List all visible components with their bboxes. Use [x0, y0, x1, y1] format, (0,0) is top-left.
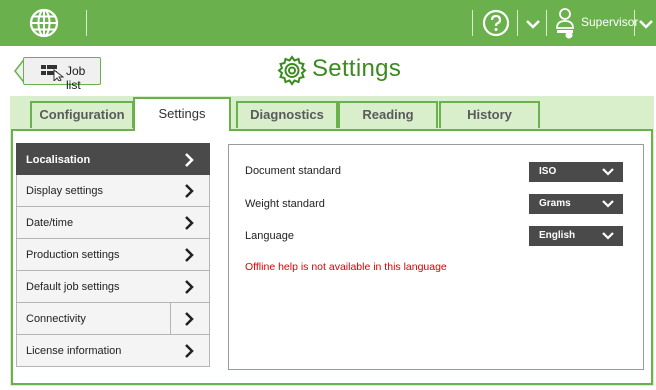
page-title: Settings: [312, 55, 402, 82]
chevron-down-icon[interactable]: [638, 16, 654, 32]
menu-item-localisation[interactable]: Localisation: [16, 143, 210, 175]
top-bar: Supervisor: [0, 0, 656, 46]
language-dropdown[interactable]: English: [529, 226, 623, 246]
chevron-right-icon: [185, 216, 194, 230]
menu-item-label: Connectivity: [26, 313, 86, 325]
gear-icon: [277, 55, 307, 86]
chevron-right-icon: [185, 153, 194, 167]
job-list-label: Job list: [66, 64, 86, 92]
chevron-right-icon: [185, 184, 194, 198]
menu-item-label: Default job settings: [26, 281, 120, 293]
divider: [546, 10, 547, 36]
menu-item-date-time[interactable]: Date/time: [16, 207, 210, 239]
menu-item-label: Localisation: [26, 154, 91, 166]
chevron-down-icon: [602, 200, 614, 208]
menu-item-label: Date/time: [26, 217, 74, 229]
language-value: English: [539, 230, 576, 241]
tab-diagnostics[interactable]: Diagnostics: [236, 101, 338, 128]
document-standard-value: ISO: [539, 166, 557, 177]
language-label: Language: [245, 230, 294, 242]
tab-settings[interactable]: Settings: [133, 97, 231, 131]
menu-item-label: Production settings: [26, 249, 120, 261]
chevron-right-icon: [185, 280, 194, 294]
divider: [634, 10, 635, 36]
chevron-right-icon[interactable]: [184, 312, 194, 326]
tab-history[interactable]: History: [439, 101, 540, 128]
weight-standard-label: Weight standard: [245, 198, 325, 210]
divider: [86, 10, 87, 36]
offline-help-warning: Offline help is not available in this la…: [245, 261, 447, 273]
chevron-down-icon: [602, 168, 614, 176]
job-list-button[interactable]: Job list: [23, 57, 101, 92]
document-standard-label: Document standard: [245, 165, 341, 177]
globe-icon[interactable]: [28, 7, 60, 39]
chevron-right-icon: [185, 248, 194, 262]
tab-reading[interactable]: Reading: [338, 101, 438, 128]
menu-item-display-settings[interactable]: Display settings: [16, 175, 210, 207]
chevron-down-icon: [602, 232, 614, 240]
menu-item-production-settings[interactable]: Production settings: [16, 239, 210, 271]
divider: [170, 303, 171, 334]
user-role-label[interactable]: Supervisor: [581, 15, 638, 29]
user-icon[interactable]: [554, 6, 576, 40]
settings-menu: Localisation Display settings Date/time …: [16, 143, 210, 367]
divider: [517, 10, 518, 36]
menu-item-label: Display settings: [26, 185, 104, 197]
weight-standard-dropdown[interactable]: Grams: [529, 194, 623, 214]
chevron-down-icon[interactable]: [525, 16, 541, 32]
menu-item-connectivity[interactable]: Connectivity: [16, 303, 210, 335]
menu-item-default-job-settings[interactable]: Default job settings: [16, 271, 210, 303]
weight-standard-value: Grams: [539, 198, 571, 209]
menu-item-label: License information: [26, 345, 122, 357]
help-icon[interactable]: [482, 9, 510, 37]
tab-configuration[interactable]: Configuration: [30, 101, 134, 128]
menu-item-license-information[interactable]: License information: [16, 335, 210, 367]
chevron-right-icon: [185, 344, 194, 358]
divider: [472, 10, 473, 36]
document-standard-dropdown[interactable]: ISO: [529, 162, 623, 182]
job-list-icon: [41, 65, 64, 81]
